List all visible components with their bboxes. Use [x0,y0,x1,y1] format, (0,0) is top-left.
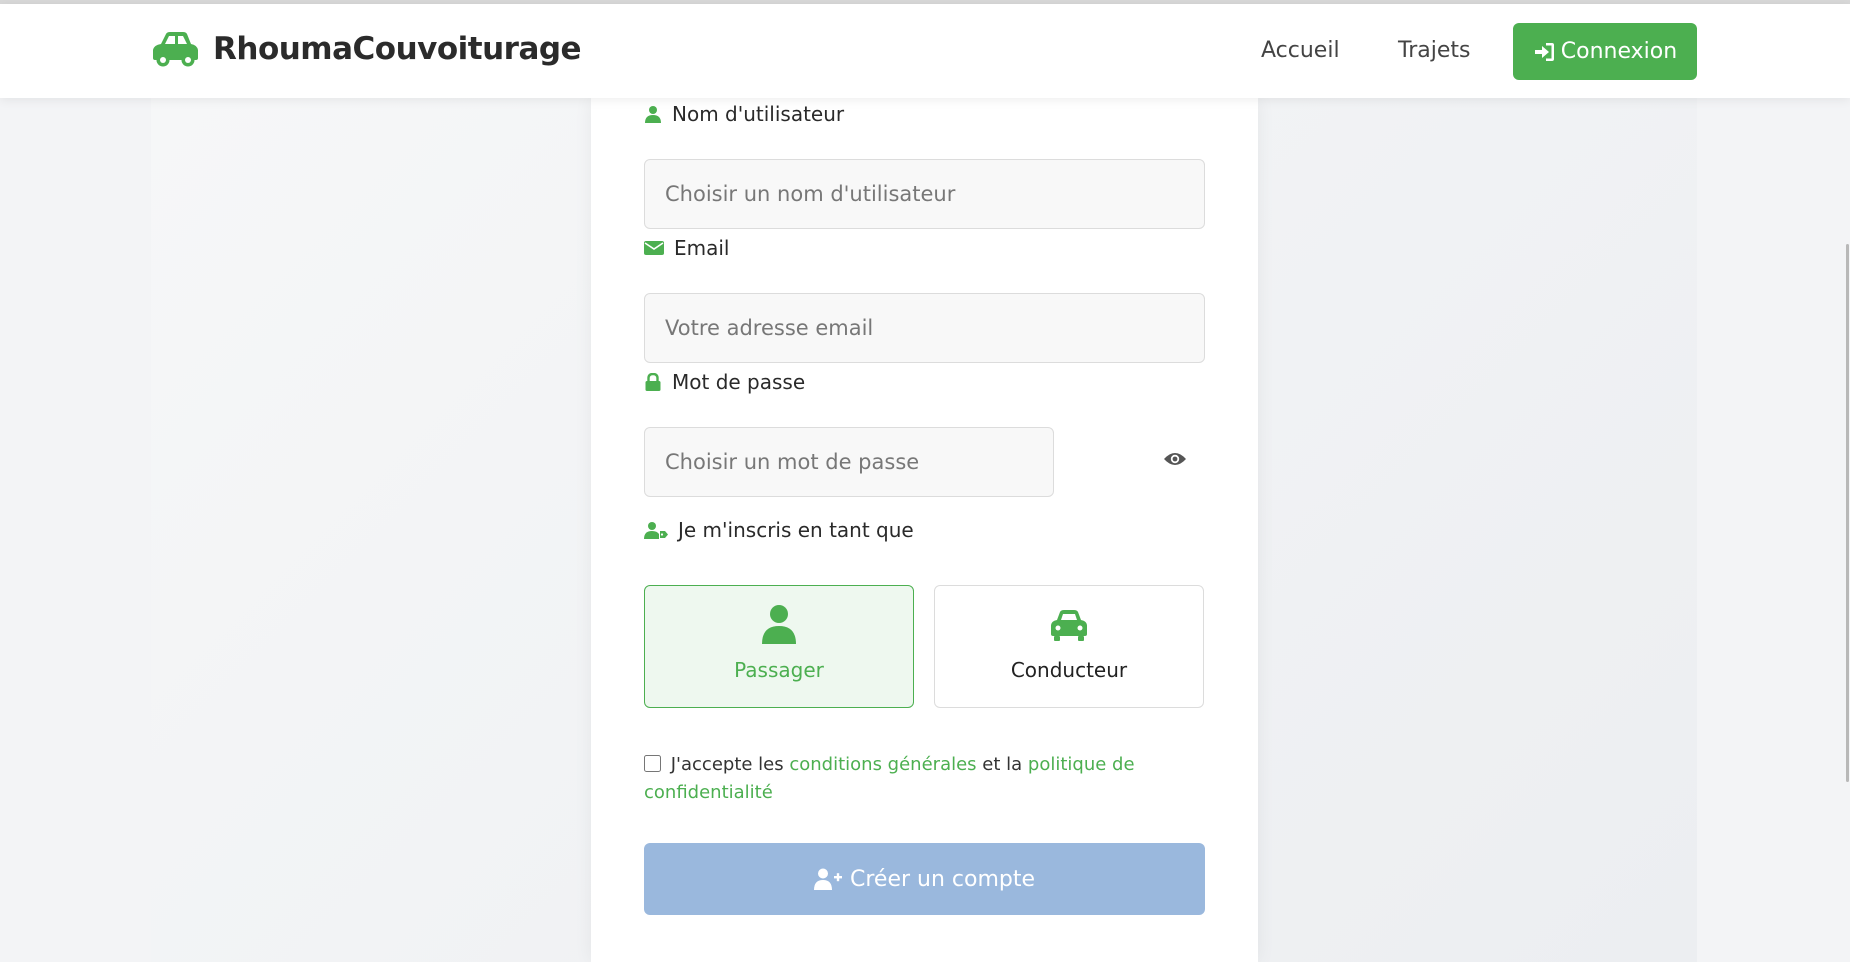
email-input[interactable] [644,293,1205,363]
nav-link-accueil[interactable]: Accueil [1261,38,1340,63]
password-label: Mot de passe [644,370,805,394]
create-account-button[interactable]: Créer un compte [644,843,1205,915]
signup-card: Nom d'utilisateur Email Mot de passe Je … [591,98,1258,962]
username-input[interactable] [644,159,1205,229]
envelope-icon [644,241,664,255]
connexion-label: Connexion [1560,39,1678,64]
eye-icon[interactable] [1163,450,1187,468]
nav-link-trajets[interactable]: Trajets [1398,38,1470,63]
scrollbar[interactable] [1846,244,1849,782]
user-icon [645,106,661,123]
create-account-label: Créer un compte [849,866,1036,892]
role-option-passager[interactable]: Passager [644,585,914,708]
username-label: Nom d'utilisateur [644,102,844,126]
navbar: RhoumaCouvoiturage Accueil Trajets Conne… [0,4,1850,98]
role-label-text: Je m'inscris en tant que [678,518,914,542]
sign-in-icon [1534,42,1554,61]
role-label: Je m'inscris en tant que [644,518,914,542]
user-icon [762,605,796,644]
role-conducteur-label: Conducteur [1010,658,1128,682]
user-plus-icon [813,868,842,890]
role-passager-label: Passager [734,658,824,682]
password-input[interactable] [644,427,1054,497]
email-label-text: Email [674,236,730,260]
username-label-text: Nom d'utilisateur [672,102,845,126]
brand-logo[interactable]: RhoumaCouvoiturage [150,30,582,68]
connexion-button[interactable]: Connexion [1513,23,1697,80]
lock-icon [645,373,661,391]
terms-prefix: J'accepte les [670,754,784,775]
email-label: Email [644,236,730,260]
car-icon [153,32,198,67]
terms-checkbox[interactable] [644,755,661,772]
terms-agreement: J'accepte les conditions générales et la… [644,751,1204,807]
user-tag-icon [644,522,668,539]
role-option-conducteur[interactable]: Conducteur [934,585,1204,708]
terms-middle: et la [982,754,1023,775]
conditions-link[interactable]: conditions générales [789,754,976,775]
password-label-text: Mot de passe [672,370,806,394]
car-side-icon [1051,610,1087,641]
brand-name: RhoumaCouvoiturage [213,31,582,67]
